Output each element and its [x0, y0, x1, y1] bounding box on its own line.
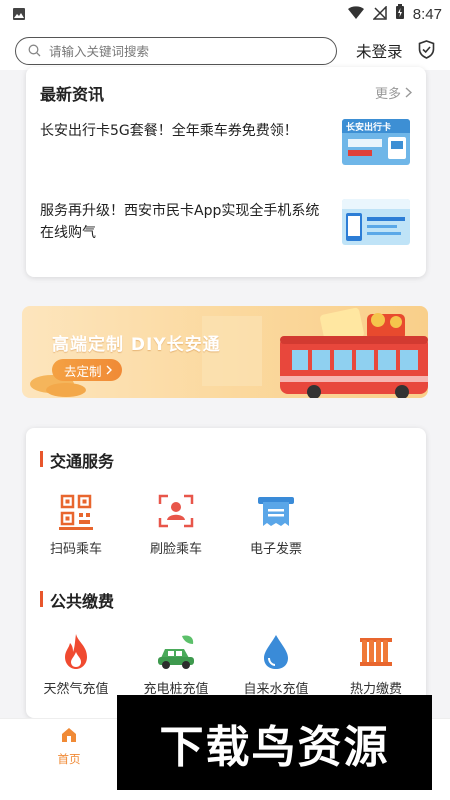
electric-car-icon: [156, 632, 196, 672]
customize-button[interactable]: 去定制: [52, 359, 122, 381]
login-button[interactable]: 未登录: [356, 40, 403, 62]
e-invoice-label: 电子发票: [249, 542, 302, 557]
flame-icon: [56, 632, 96, 672]
water-drop-icon: [256, 632, 296, 672]
nav-home[interactable]: 首页: [49, 727, 89, 767]
news-thumb-5g-card: 长安出行卡: [342, 119, 410, 165]
charging-pile-recharge-button[interactable]: 充电桩充值: [131, 632, 221, 697]
customize-button-label: 去定制: [64, 363, 102, 379]
e-invoice-button[interactable]: 电子发票: [231, 492, 321, 557]
face-ride-label: 刷脸乘车: [149, 542, 202, 557]
home-icon: [62, 728, 76, 742]
payments-section-title: 公共缴费: [40, 588, 114, 612]
chevron-right-icon: [106, 365, 112, 375]
search-bar[interactable]: [15, 37, 337, 65]
search-input[interactable]: [49, 43, 309, 59]
no-signal-icon: [371, 4, 387, 24]
banner-title: 高端定制 DIY长安通: [52, 335, 221, 355]
more-link[interactable]: 更多: [375, 83, 412, 102]
battery-charging-icon: [395, 4, 405, 24]
gas-recharge-label: 天然气充值: [43, 682, 109, 697]
nav-home-label: 首页: [57, 752, 81, 766]
invoice-icon: [256, 492, 296, 532]
services-card: 交通服务 扫码乘车 刷脸乘车 电子发票 公共缴费 天然气充值 充电桩充值 自来水…: [26, 428, 426, 718]
face-ride-button[interactable]: 刷脸乘车: [131, 492, 221, 557]
gas-recharge-button[interactable]: 天然气充值: [31, 632, 121, 697]
face-scan-icon: [156, 492, 196, 532]
wifi-icon: [347, 5, 365, 24]
news-item[interactable]: 服务再升级！西安市民卡App实现全手机系统在线购气: [40, 199, 412, 250]
watermark: 下载鸟资源: [117, 695, 432, 790]
news-title: 最新资讯: [40, 85, 105, 104]
scan-qr-ride-label: 扫码乘车: [49, 542, 102, 557]
news-item-text: 长安出行卡5G套餐！全年乘车券免费领！: [40, 123, 298, 139]
image-icon: [12, 6, 26, 25]
radiator-icon: [356, 632, 396, 672]
news-item-text: 服务再升级！西安市民卡App实现全手机系统在线购气: [40, 203, 320, 241]
svg-text:长安出行卡: 长安出行卡: [346, 121, 391, 133]
news-thumb-app: [342, 199, 410, 245]
clock: 8:47: [412, 5, 442, 23]
status-bar: 8:47: [0, 0, 450, 26]
qr-code-icon: [56, 492, 96, 532]
heating-payment-button[interactable]: 热力缴费: [331, 632, 421, 697]
transport-section-title: 交通服务: [40, 448, 114, 472]
chevron-right-icon: [405, 87, 412, 98]
watermark-text: 下载鸟资源: [159, 721, 390, 773]
news-item[interactable]: 长安出行卡5G套餐！全年乘车券免费领！ 长安出行卡: [40, 119, 412, 170]
scan-qr-ride-button[interactable]: 扫码乘车: [31, 492, 121, 557]
header: 未登录: [0, 26, 450, 70]
customize-banner[interactable]: 高端定制 DIY长安通 去定制: [22, 306, 428, 398]
search-icon: [28, 42, 41, 61]
more-label: 更多: [374, 87, 401, 102]
shield-check-icon[interactable]: [418, 40, 435, 63]
water-recharge-button[interactable]: 自来水充值: [231, 632, 321, 697]
news-card: 最新资讯 更多 长安出行卡5G套餐！全年乘车券免费领！ 长安出行卡 服务再升级！…: [26, 67, 426, 277]
